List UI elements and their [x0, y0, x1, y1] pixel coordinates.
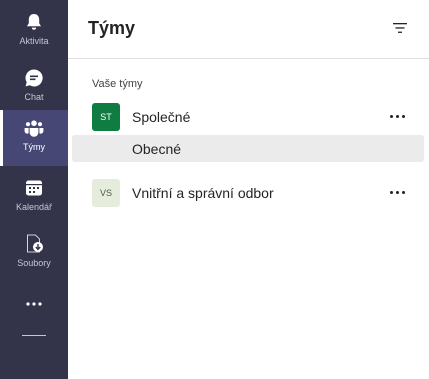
more-options-icon[interactable] [388, 109, 408, 125]
rail-item-label: Týmy [23, 142, 45, 152]
calendar-icon [26, 180, 42, 196]
team-avatar: ST [92, 103, 120, 131]
rail-item-activity[interactable]: Aktivita [0, 4, 68, 60]
app-bar: Aktivita Chat Týmy Kalendář Soubory [0, 0, 68, 379]
page-title: Týmy [88, 18, 136, 38]
section-label: Vaše týmy [92, 78, 143, 90]
more-apps-button[interactable] [0, 290, 68, 320]
rail-item-label: Soubory [17, 258, 51, 268]
teams-panel: Týmy Vaše týmy ST Společné Obecné VS Vni… [68, 0, 429, 379]
more-apps-icon [26, 302, 42, 306]
team-name: Vnitřní a správní odbor [132, 185, 274, 201]
channel-name: Obecné [132, 141, 182, 157]
rail-item-calendar[interactable]: Kalendář [0, 170, 68, 226]
rail-item-files[interactable]: Soubory [0, 226, 68, 282]
team-item[interactable]: VS Vnitřní a správní odbor [72, 176, 424, 210]
channel-item-selected[interactable]: Obecné [72, 135, 424, 162]
team-avatar: VS [92, 179, 120, 207]
rail-item-label: Aktivita [19, 36, 49, 46]
rail-item-label: Chat [24, 92, 44, 102]
chat-icon [25, 69, 43, 87]
team-name: Společné [132, 109, 191, 125]
panel-header: Týmy [68, 0, 429, 59]
rail-item-teams[interactable]: Týmy [0, 110, 68, 166]
more-options-icon[interactable] [388, 185, 408, 201]
teams-icon [24, 120, 44, 137]
rail-divider [22, 335, 46, 336]
bell-icon [27, 14, 41, 30]
rail-item-chat[interactable]: Chat [0, 60, 68, 116]
filter-icon[interactable] [392, 21, 408, 35]
files-icon [27, 234, 43, 253]
rail-item-label: Kalendář [15, 202, 53, 212]
team-item[interactable]: ST Společné [72, 100, 424, 134]
